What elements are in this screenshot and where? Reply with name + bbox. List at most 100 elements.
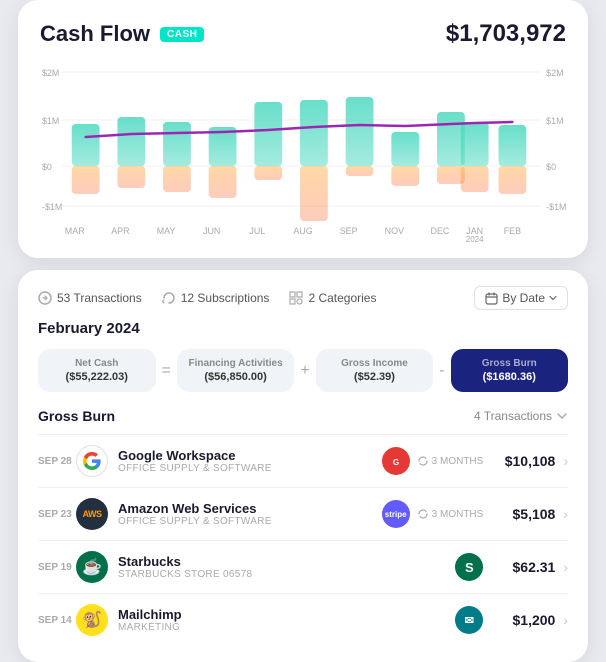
tx-name: Starbucks xyxy=(118,554,455,569)
categories-stat: 2 Categories xyxy=(289,291,376,305)
transaction-row: SEP 23 AWS Amazon Web Services Office Su… xyxy=(38,487,568,540)
svg-text:$1M: $1M xyxy=(42,116,59,126)
gross-burn-label: Gross Burn xyxy=(461,358,559,369)
tx-badge: ✉ xyxy=(455,606,483,634)
svg-text:JUN: JUN xyxy=(203,226,220,236)
sort-label: By Date xyxy=(502,291,545,305)
tx-sub: Office Supply & Software xyxy=(118,463,382,474)
sort-by-date-button[interactable]: By Date xyxy=(474,286,568,310)
tx-name: Amazon Web Services xyxy=(118,501,382,516)
gross-income-metric: Gross Income ($52.39) xyxy=(316,349,434,392)
gross-income-value: ($52.39) xyxy=(326,371,424,383)
tx-sub: Office Supply & Software xyxy=(118,516,382,527)
tx-badge-area: stripe 3 MONTHS xyxy=(382,500,484,528)
categories-icon xyxy=(289,291,303,305)
main-container: Cash Flow CASH $1,703,972 $2M $1M $0 -$1… xyxy=(18,0,588,662)
svg-text:JUL: JUL xyxy=(249,226,265,236)
transactions-stat: 53 Transactions xyxy=(38,291,142,305)
transaction-row: SEP 28 Google Workspace Office Supply & … xyxy=(38,434,568,487)
subscriptions-icon xyxy=(162,291,176,305)
tx-info: Starbucks STARBUCKS STORE 06578 xyxy=(118,554,455,580)
svg-text:$0: $0 xyxy=(42,162,52,172)
tx-badge-area: S xyxy=(455,553,483,581)
tx-amount: $1,200 xyxy=(495,612,555,628)
transaction-row: SEP 19 ☕ Starbucks STARBUCKS STORE 06578… xyxy=(38,540,568,593)
cash-flow-card: Cash Flow CASH $1,703,972 $2M $1M $0 -$1… xyxy=(18,0,588,258)
subscriptions-stat: 12 Subscriptions xyxy=(162,291,270,305)
svg-text:-$1M: -$1M xyxy=(546,202,566,212)
expand-icon[interactable] xyxy=(556,410,568,422)
svg-text:2024: 2024 xyxy=(466,235,484,242)
transactions-card: 53 Transactions 12 Subscriptions 2 Categ… xyxy=(18,270,588,662)
tx-date: SEP 19 xyxy=(38,562,76,573)
tx-sub: STARBUCKS STORE 06578 xyxy=(118,569,455,580)
financing-label: Financing Activities xyxy=(187,358,285,369)
section-header: Gross Burn 4 Transactions xyxy=(38,408,568,424)
month-label: February 2024 xyxy=(38,320,568,337)
net-cash-metric: Net Cash ($55,222.03) xyxy=(38,349,156,392)
tx-amount: $62.31 xyxy=(495,559,555,575)
tx-recur: 3 MONTHS xyxy=(418,456,484,467)
tx-chevron[interactable]: › xyxy=(563,506,568,522)
cash-badge: CASH xyxy=(160,27,204,42)
svg-text:DEC: DEC xyxy=(431,226,450,236)
transaction-row: SEP 14 🐒 Mailchimp Marketing ✉ $1,200 › xyxy=(38,593,568,646)
net-cash-label: Net Cash xyxy=(48,358,146,369)
svg-text:FEB: FEB xyxy=(504,226,521,236)
svg-text:NOV: NOV xyxy=(385,226,404,236)
tx-date: SEP 14 xyxy=(38,615,76,626)
tx-badge-area: ✉ xyxy=(455,606,483,634)
svg-text:SEP: SEP xyxy=(340,226,358,236)
svg-text:$2M: $2M xyxy=(42,68,59,78)
operator-minus: - xyxy=(439,349,444,392)
tx-logo-aws: AWS xyxy=(76,498,108,530)
tx-sub: Marketing xyxy=(118,622,455,633)
financing-value: ($56,850.00) xyxy=(187,371,285,383)
tx-info: Amazon Web Services Office Supply & Soft… xyxy=(118,501,382,527)
operator-eq: = xyxy=(162,349,171,392)
stats-row: 53 Transactions 12 Subscriptions 2 Categ… xyxy=(38,286,568,310)
tx-date: SEP 28 xyxy=(38,456,76,467)
subscriptions-count: 12 Subscriptions xyxy=(181,291,270,305)
chart-svg: $2M $1M $0 -$1M $2M $1M $0 -$1M xyxy=(40,62,566,242)
tx-badge: S xyxy=(455,553,483,581)
tx-chevron[interactable]: › xyxy=(563,559,568,575)
calendar-icon xyxy=(485,292,498,305)
svg-text:-$1M: -$1M xyxy=(42,202,62,212)
tx-info: Google Workspace Office Supply & Softwar… xyxy=(118,448,382,474)
transactions-icon xyxy=(38,291,52,305)
tx-recur: 3 MONTHS xyxy=(418,509,484,520)
svg-text:$1M: $1M xyxy=(546,116,563,126)
svg-text:AUG: AUG xyxy=(293,226,312,236)
tx-badge-area: G 3 MONTHS xyxy=(382,447,484,475)
tx-date: SEP 23 xyxy=(38,509,76,520)
metrics-row: Net Cash ($55,222.03) = Financing Activi… xyxy=(38,349,568,392)
card-total: $1,703,972 xyxy=(446,20,566,48)
card-header: Cash Flow CASH $1,703,972 xyxy=(40,20,566,48)
svg-text:$0: $0 xyxy=(546,162,556,172)
svg-text:APR: APR xyxy=(111,226,130,236)
operator-plus: + xyxy=(300,349,309,392)
gross-burn-value: ($1680.36) xyxy=(461,371,559,383)
tx-amount: $5,108 xyxy=(495,506,555,522)
transactions-count: 53 Transactions xyxy=(57,291,142,305)
svg-text:MAY: MAY xyxy=(157,226,176,236)
chevron-down-icon xyxy=(549,294,557,302)
tx-logo-google xyxy=(76,445,108,477)
section-title: Gross Burn xyxy=(38,408,115,424)
tx-chevron[interactable]: › xyxy=(563,612,568,628)
tx-badge: stripe xyxy=(382,500,410,528)
gross-income-label: Gross Income xyxy=(326,358,424,369)
tx-chevron[interactable]: › xyxy=(563,453,568,469)
tx-badge: G xyxy=(382,447,410,475)
tx-name: Google Workspace xyxy=(118,448,382,463)
net-cash-value: ($55,222.03) xyxy=(48,371,146,383)
tx-amount: $10,108 xyxy=(495,453,555,469)
tx-name: Mailchimp xyxy=(118,607,455,622)
gross-burn-metric: Gross Burn ($1680.36) xyxy=(451,349,569,392)
tx-logo-mailchimp: 🐒 xyxy=(76,604,108,636)
title-group: Cash Flow CASH xyxy=(40,21,204,47)
categories-count: 2 Categories xyxy=(308,291,376,305)
svg-text:$2M: $2M xyxy=(546,68,563,78)
svg-text:MAR: MAR xyxy=(65,226,85,236)
